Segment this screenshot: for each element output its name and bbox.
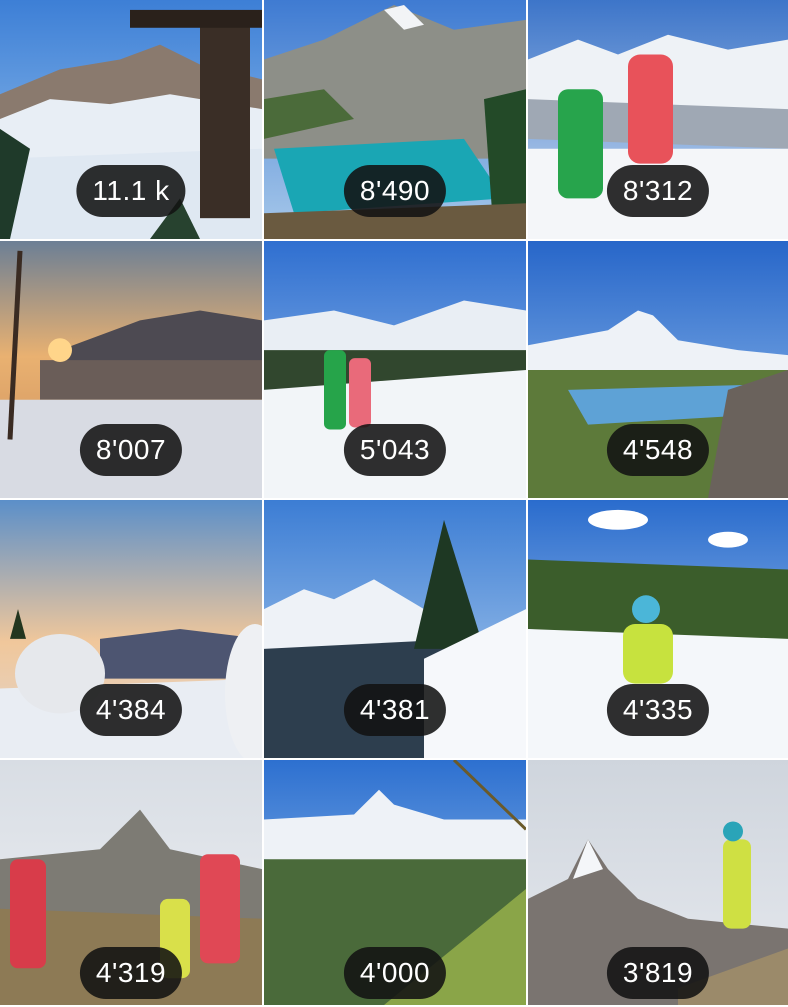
photo-tile[interactable]: 8'312 <box>528 0 788 241</box>
view-count-badge: 4'381 <box>343 684 447 736</box>
view-count-badge: 4'548 <box>606 424 710 476</box>
view-count-badge: 8'312 <box>606 165 710 217</box>
photo-tile[interactable]: 5'043 <box>264 241 526 500</box>
view-count-badge: 3'819 <box>606 947 710 999</box>
view-count-badge: 8'007 <box>79 424 183 476</box>
photo-tile[interactable]: 11.1 k <box>0 0 262 241</box>
photo-tile[interactable]: 3'819 <box>528 760 788 1007</box>
photo-tile[interactable]: 4'000 <box>264 760 526 1007</box>
view-count-badge: 4'000 <box>343 947 447 999</box>
photo-tile[interactable]: 4'335 <box>528 500 788 760</box>
view-count-badge: 4'384 <box>79 684 183 736</box>
photo-tile[interactable]: 4'548 <box>528 241 788 500</box>
photo-grid: 11.1 k 8'490 8'312 8'007 5'043 4'548 4'3… <box>0 0 788 1007</box>
photo-tile[interactable]: 8'490 <box>264 0 526 241</box>
view-count-badge: 4'335 <box>606 684 710 736</box>
photo-tile[interactable]: 4'384 <box>0 500 262 760</box>
photo-tile[interactable]: 4'319 <box>0 760 262 1007</box>
photo-tile[interactable]: 8'007 <box>0 241 262 500</box>
view-count-badge: 8'490 <box>343 165 447 217</box>
view-count-badge: 11.1 k <box>76 165 186 217</box>
view-count-badge: 4'319 <box>79 947 183 999</box>
view-count-badge: 5'043 <box>343 424 447 476</box>
photo-tile[interactable]: 4'381 <box>264 500 526 760</box>
